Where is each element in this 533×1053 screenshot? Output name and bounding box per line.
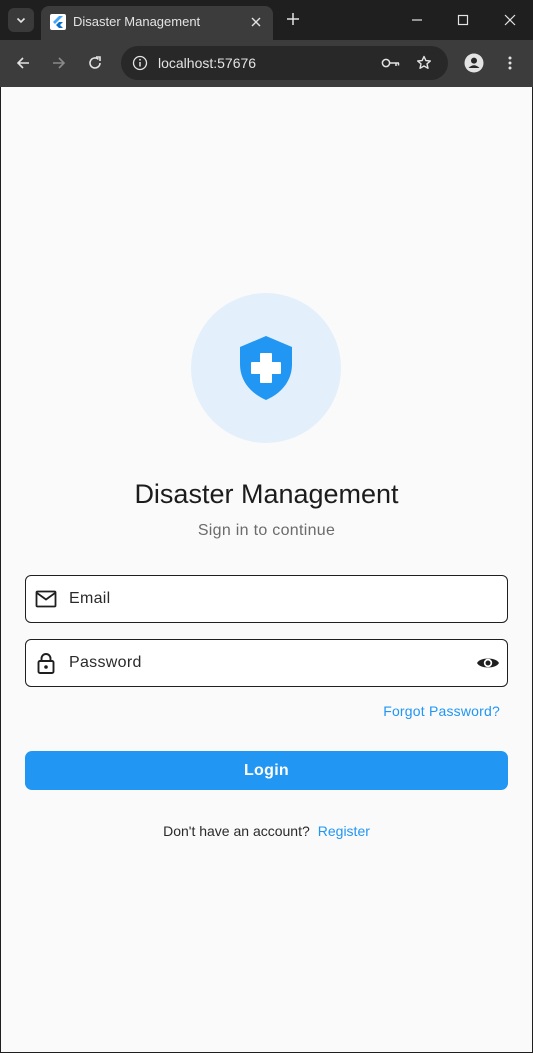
- shield-plus-icon: [240, 336, 292, 400]
- browser-menu-button[interactable]: [497, 50, 523, 76]
- app-logo: [191, 293, 341, 443]
- browser-tab[interactable]: Disaster Management: [41, 6, 273, 40]
- profile-button[interactable]: [461, 50, 487, 76]
- login-button[interactable]: Login: [25, 751, 508, 790]
- info-icon: [132, 55, 148, 71]
- forgot-password-link[interactable]: Forgot Password?: [383, 703, 500, 719]
- forward-button[interactable]: [46, 50, 72, 76]
- minimize-button[interactable]: [394, 0, 440, 40]
- minimize-icon: [412, 19, 422, 21]
- maximize-icon: [457, 14, 469, 26]
- close-icon: [251, 17, 261, 27]
- url-text: localhost:57676: [158, 55, 257, 71]
- back-button[interactable]: [10, 50, 36, 76]
- toggle-password-visibility-button[interactable]: [475, 651, 501, 675]
- tab-title: Disaster Management: [73, 14, 201, 29]
- email-field[interactable]: [25, 575, 508, 623]
- page-title: Disaster Management: [134, 479, 399, 509]
- register-prompt: Don't have an account?: [163, 823, 310, 839]
- mail-icon: [35, 588, 57, 610]
- kebab-menu-icon: [508, 56, 512, 70]
- register-row: Don't have an account? Register: [1, 822, 532, 840]
- tab-close-button[interactable]: [247, 13, 265, 31]
- reload-icon: [89, 56, 101, 69]
- password-input[interactable]: [69, 640, 449, 686]
- chevron-down-icon: [16, 17, 26, 24]
- email-input[interactable]: [69, 576, 449, 622]
- address-bar[interactable]: localhost:57676: [121, 46, 448, 80]
- close-icon: [504, 14, 516, 26]
- key-icon: [381, 58, 400, 68]
- tab-search-button[interactable]: [8, 8, 34, 32]
- arrow-left-icon: [16, 57, 29, 69]
- profile-icon: [464, 53, 484, 73]
- page-viewport: Disaster Management Sign in to continue …: [1, 87, 532, 1052]
- maximize-button[interactable]: [440, 0, 486, 40]
- star-icon: [417, 55, 431, 69]
- flutter-icon: [50, 14, 66, 30]
- arrow-right-icon: [53, 57, 66, 69]
- reload-button[interactable]: [82, 50, 108, 76]
- lock-icon: [35, 652, 57, 674]
- browser-tab-strip: Disaster Management: [0, 0, 533, 40]
- password-field[interactable]: [25, 639, 508, 687]
- page-subtitle: Sign in to continue: [197, 522, 336, 539]
- eye-icon: [477, 658, 499, 668]
- new-tab-button[interactable]: [282, 8, 304, 30]
- password-manager-button[interactable]: [380, 53, 402, 73]
- plus-icon: [287, 13, 299, 25]
- register-link[interactable]: Register: [318, 823, 370, 839]
- browser-toolbar: localhost:57676: [0, 40, 533, 87]
- site-info-button[interactable]: [129, 52, 151, 74]
- bookmark-button[interactable]: [413, 52, 435, 74]
- window-close-button[interactable]: [487, 0, 533, 40]
